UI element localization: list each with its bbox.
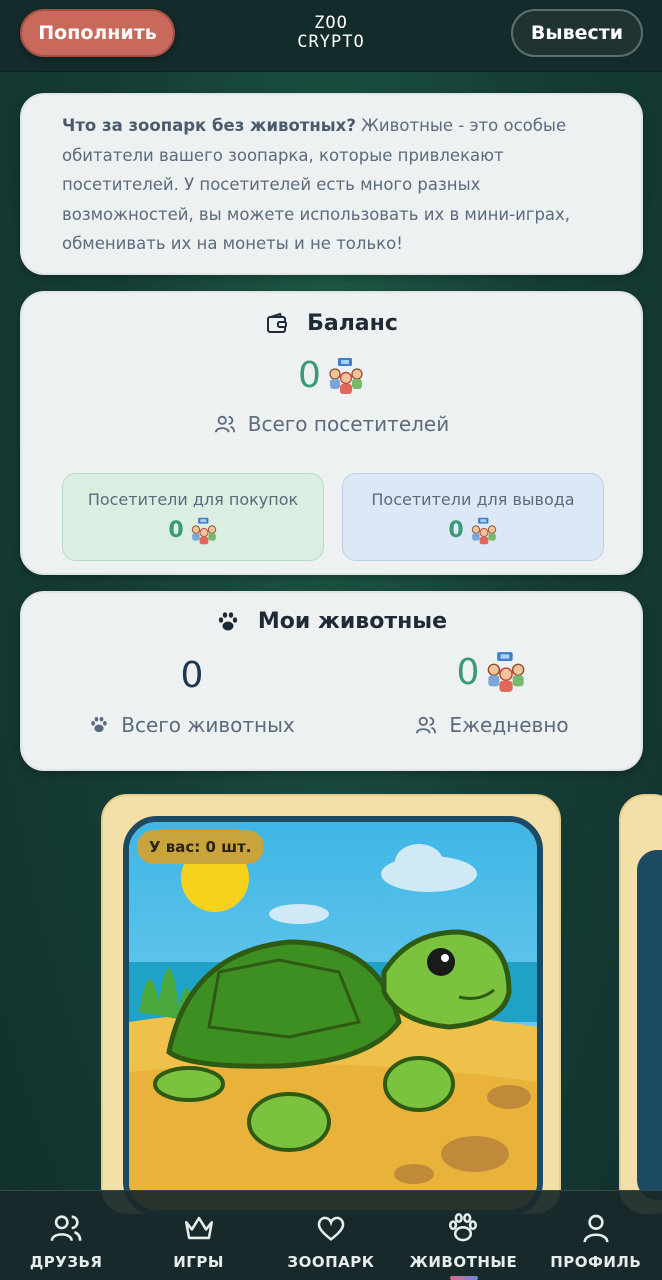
info-text-bold: Что за зоопарк без животных? (62, 116, 356, 135)
visitors-icon (191, 517, 216, 544)
visitors-withdraw-row: 0 (448, 517, 497, 545)
visitors-buy-label: Посетители для покупок (87, 489, 299, 509)
info-text-body: Животные - это особые обитатели вашего з… (62, 116, 571, 253)
users-icon (50, 1215, 82, 1242)
users-icon (214, 415, 235, 433)
animals-total-label: Всего животных (121, 713, 295, 737)
withdraw-button[interactable]: Вывести (511, 9, 643, 57)
visitors-withdraw-pill: Посетители для вывода 0 (342, 473, 604, 561)
nav-item-animals[interactable]: ЖИВОТНЫЕ (397, 1191, 529, 1280)
active-tab-indicator (450, 1276, 478, 1280)
heart-icon (317, 1216, 345, 1241)
animals-daily-label-row: Ежедневно (362, 713, 622, 737)
animal-card-turtle[interactable]: У вас: 0 шт. (101, 794, 561, 1216)
nav-label-games: ИГРЫ (173, 1253, 224, 1271)
balance-title-row: Баланс (22, 311, 641, 336)
paw-icon (91, 716, 107, 733)
topup-button[interactable]: Пополнить (20, 9, 175, 57)
owned-count-badge: У вас: 0 шт. (137, 830, 264, 864)
bottom-nav: ДРУЗЬЯ ИГРЫ ЗООПАРК ЖИВОТНЫЕ ПРОФИЛЬ (0, 1190, 662, 1280)
visitors-buy-pill: Посетители для покупок 0 (62, 473, 324, 561)
top-bar: Пополнить ZOO CRYPTO Вывести (0, 0, 662, 72)
balance-total-value: 0 (298, 355, 321, 396)
balance-total-label: Всего посетителей (247, 412, 450, 436)
animals-total-label-row: Всего животных (22, 713, 362, 737)
nav-label-zoo: ЗООПАРК (287, 1253, 375, 1271)
nav-item-zoo[interactable]: ЗООПАРК (265, 1191, 397, 1280)
info-text: Что за зоопарк без животных? Животные - … (62, 111, 603, 259)
user-icon (583, 1214, 609, 1243)
animals-total-block: 0 (22, 655, 362, 696)
animal-card-next-image (637, 850, 662, 1200)
animals-daily-block: 0 (362, 651, 622, 693)
nav-item-friends[interactable]: ДРУЗЬЯ (0, 1191, 132, 1280)
paw-icon (449, 1213, 478, 1242)
users-icon (416, 716, 437, 734)
visitors-withdraw-value: 0 (448, 518, 464, 543)
nav-label-friends: ДРУЗЬЯ (29, 1253, 103, 1271)
animals-total-value: 0 (180, 655, 204, 696)
animal-card-next[interactable] (619, 794, 662, 1214)
logo-line-1: ZOO (314, 13, 348, 33)
wallet-icon (267, 312, 288, 333)
my-animals-title-row: Мои животные (22, 609, 641, 634)
paw-icon (218, 611, 238, 630)
animals-daily-value: 0 (456, 651, 480, 693)
info-card: Что за зоопарк без животных? Животные - … (20, 93, 643, 275)
visitors-icon (329, 357, 363, 394)
my-animals-title: Мои животные (257, 609, 448, 634)
turtle-image (123, 816, 543, 1216)
crown-icon (184, 1216, 213, 1240)
balance-card: Баланс 0 Всего посетителей Посетители дл… (20, 291, 643, 575)
logo-line-2: CRYPTO (297, 32, 365, 52)
my-animals-card: Мои животные 0 Всего животных 0 Ежедневн… (20, 591, 643, 771)
nav-item-games[interactable]: ИГРЫ (133, 1191, 265, 1280)
animals-daily-label: Ежедневно (449, 713, 569, 737)
nav-label-animals: ЖИВОТНЫЕ (409, 1253, 518, 1271)
app-logo: ZOO CRYPTO (281, 14, 381, 52)
visitors-buy-row: 0 (168, 517, 217, 545)
nav-item-profile[interactable]: ПРОФИЛЬ (530, 1191, 662, 1280)
visitors-icon (471, 517, 496, 544)
balance-total-row: 0 (22, 355, 641, 396)
nav-label-profile: ПРОФИЛЬ (550, 1253, 642, 1271)
balance-title: Баланс (307, 311, 398, 336)
visitors-buy-value: 0 (168, 518, 184, 543)
visitors-withdraw-label: Посетители для вывода (371, 489, 575, 509)
balance-total-label-row: Всего посетителей (22, 412, 641, 436)
visitors-icon (488, 652, 525, 692)
